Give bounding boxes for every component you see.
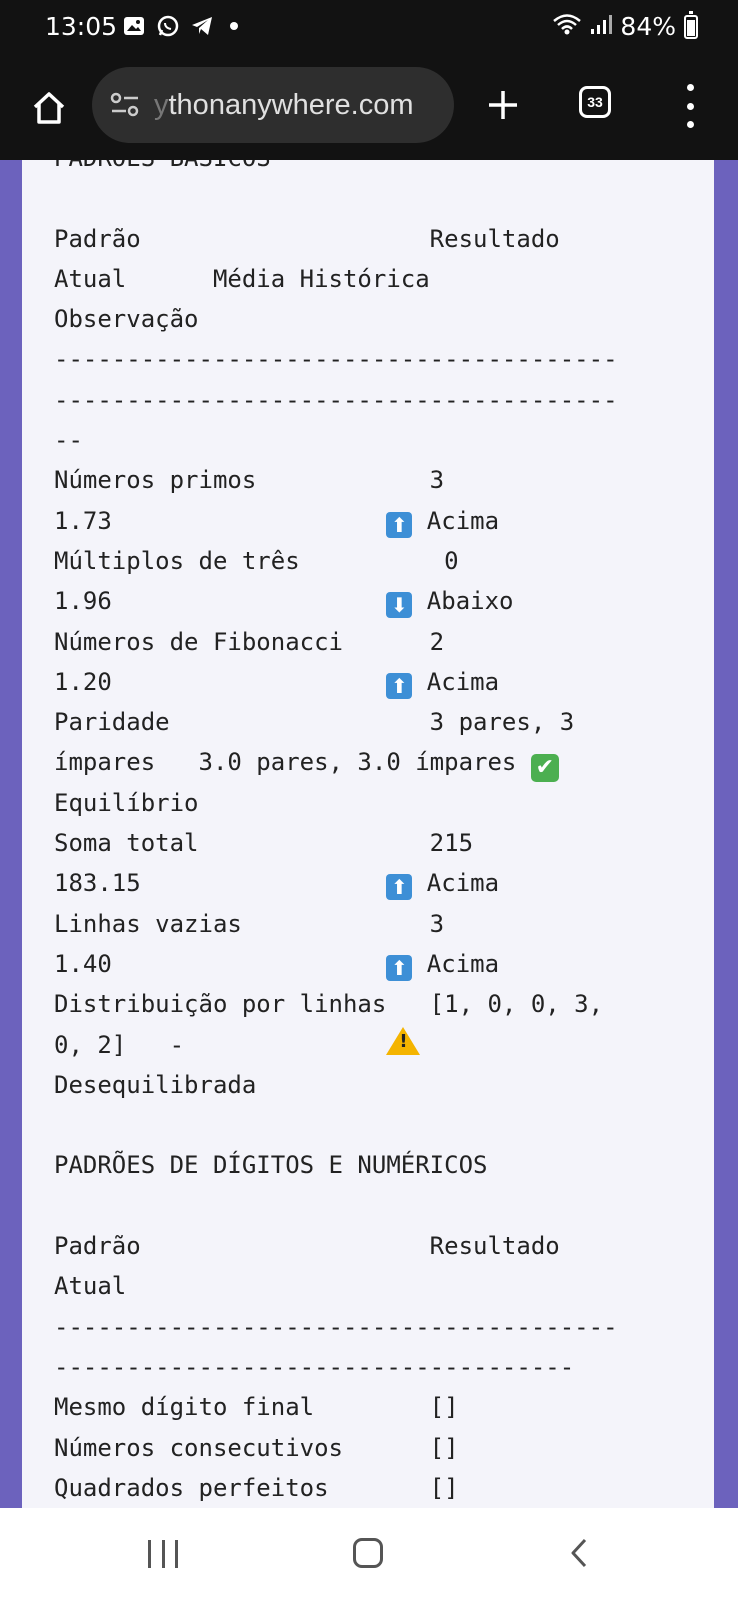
- menu-dot: [686, 121, 694, 128]
- status-right: 84%: [552, 10, 698, 41]
- tab-count: 33: [587, 94, 603, 110]
- menu-dot: [686, 84, 694, 91]
- divider: --: [54, 426, 83, 455]
- row-paridade-obs: Equilíbrio: [54, 788, 199, 817]
- recent-bar: [148, 1540, 151, 1568]
- home-nav-button[interactable]: [353, 1538, 383, 1568]
- warning-icon: !: [386, 1026, 421, 1055]
- system-nav-bar: [0, 1508, 738, 1600]
- menu-dot: [686, 102, 694, 110]
- whatsapp-icon: [156, 14, 180, 38]
- row-mesmo-digito: Mesmo dígito final []: [54, 1393, 459, 1422]
- recent-apps-button[interactable]: [148, 1540, 178, 1568]
- row-soma-detail: 183.15: [54, 869, 387, 898]
- row-primos-obs: Acima: [412, 506, 500, 535]
- battery-icon: [684, 10, 698, 39]
- battery-fill: [687, 20, 695, 36]
- row-distribuicao: Distribuição por linhas [1, 0, 0, 3,: [54, 990, 604, 1019]
- row-linhas-vazias-obs: Acima: [412, 949, 500, 978]
- row-primos: Números primos 3: [54, 466, 445, 495]
- row-soma: Soma total 215: [54, 829, 474, 858]
- address-bar[interactable]: ythonanywhere.com: [92, 67, 454, 143]
- notification-icons: [122, 14, 238, 38]
- row-fibonacci-detail: 1.20: [54, 667, 387, 696]
- down-arrow-icon: ⬇: [386, 592, 413, 619]
- battery-percent: 84%: [620, 12, 676, 41]
- new-tab-button[interactable]: [478, 80, 528, 130]
- divider: ---------------------------------------: [54, 385, 618, 414]
- row-soma-obs: Acima: [412, 869, 500, 898]
- section-basic-title: PADRÕES BÁSICOS: [54, 160, 271, 172]
- row-linhas-vazias-detail: 1.40: [54, 949, 387, 978]
- row-fibonacci-obs: Acima: [412, 667, 500, 696]
- back-icon: [571, 1538, 587, 1568]
- row-paridade-detail: ímpares 3.0 pares, 3.0 ímpares: [54, 748, 531, 777]
- browser-toolbar: ythonanywhere.com 33: [0, 58, 738, 160]
- signal-icon: [590, 12, 613, 41]
- row-paridade: Paridade 3 pares, 3: [54, 708, 575, 737]
- row-multiplos-obs: Abaixo: [412, 587, 514, 616]
- gallery-icon: [122, 14, 146, 38]
- divider: ------------------------------------: [54, 1352, 575, 1381]
- row-distribuicao-detail: 0, 2] -: [54, 1030, 387, 1059]
- wifi-icon: [552, 12, 582, 41]
- divider: ---------------------------------------: [54, 1312, 618, 1341]
- table-header-line: Atual: [54, 1272, 127, 1301]
- url-fade-prefix: y: [154, 88, 169, 121]
- plus-icon: [489, 91, 517, 119]
- row-primos-detail: 1.73: [54, 506, 387, 535]
- home-button[interactable]: [24, 83, 74, 133]
- status-bar: 13:05 84%: [0, 0, 738, 58]
- row-linhas-vazias: Linhas vazias 3: [54, 909, 445, 938]
- site-settings-icon[interactable]: [110, 90, 140, 120]
- page-content[interactable]: PADRÕES BÁSICOS Padrão Resultado Atual M…: [22, 160, 714, 1508]
- tab-switcher-button[interactable]: 33: [579, 86, 611, 118]
- url-text[interactable]: ythonanywhere.com: [154, 89, 414, 122]
- table-header-line: Padrão Resultado: [54, 224, 560, 253]
- row-multiplos-detail: 1.96: [54, 587, 387, 616]
- row-fibonacci: Números de Fibonacci 2: [54, 627, 445, 656]
- table-header-line: Padrão Resultado: [54, 1232, 560, 1261]
- back-button[interactable]: [565, 1538, 595, 1568]
- row-consecutivos: Números consecutivos []: [54, 1433, 459, 1462]
- recent-bar: [161, 1540, 165, 1568]
- row-quadrados: Quadrados perfeitos []: [54, 1473, 459, 1502]
- telegram-icon: [190, 14, 214, 38]
- recent-bar: [175, 1540, 178, 1568]
- table-header-line: Atual Média Histórica: [54, 264, 430, 293]
- divider: ---------------------------------------: [54, 345, 618, 374]
- up-arrow-icon: ⬆: [386, 511, 413, 538]
- check-icon: ✔: [530, 754, 559, 783]
- report-text: PADRÕES BÁSICOS Padrão Resultado Atual M…: [54, 160, 709, 1508]
- up-arrow-icon: ⬆: [386, 672, 413, 699]
- up-arrow-icon: ⬆: [386, 874, 413, 901]
- warning-mark: !: [399, 1030, 408, 1052]
- table-header-line: Observação: [54, 305, 199, 334]
- row-distribuicao-obs: Desequilibrada: [54, 1070, 257, 1099]
- browser-menu-button[interactable]: [680, 84, 700, 128]
- status-time: 13:05: [45, 12, 118, 41]
- more-notifications-dot: [230, 22, 238, 30]
- home-icon: [33, 92, 65, 124]
- up-arrow-icon: ⬆: [386, 954, 413, 981]
- section-digits-title: PADRÕES DE DÍGITOS E NUMÉRICOS: [54, 1151, 488, 1180]
- url-domain: thonanywhere.com: [168, 88, 414, 121]
- row-multiplos: Múltiplos de três 0: [54, 546, 459, 575]
